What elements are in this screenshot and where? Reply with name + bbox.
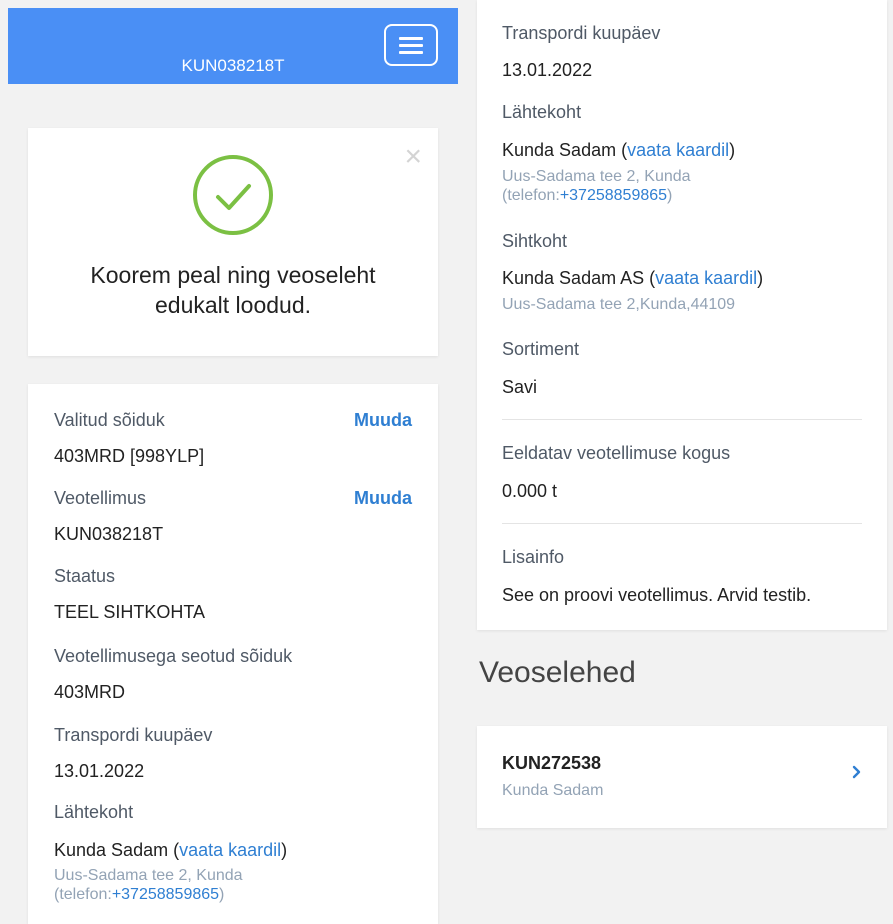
edit-vehicle-button[interactable]: Muuda (354, 410, 412, 431)
vehicle-label: Valitud sõiduk (54, 410, 165, 430)
transport-date-value: 13.01.2022 (502, 60, 593, 80)
assortment-label: Sortiment (502, 339, 580, 359)
origin-phone: (telefon:+37258859865) (502, 187, 673, 204)
origin-phone: (telefon:+37258859865) (54, 886, 225, 903)
origin-name: Kunda Sadam (vaata kaardil) (502, 140, 736, 160)
close-icon[interactable]: × (404, 142, 422, 172)
order-info-card: Transpordi kuupäev 13.01.2022 Lähtekoht … (477, 0, 887, 630)
order-value: KUN038218T (54, 524, 164, 544)
transport-date-label: Transpordi kuupäev (502, 23, 661, 43)
waybill-list-item[interactable]: KUN272538 Kunda Sadam (477, 726, 887, 828)
edit-order-button[interactable]: Muuda (354, 488, 412, 509)
transport-date-label: Transpordi kuupäev (54, 725, 213, 745)
linked-vehicle-value: 403MRD (54, 682, 126, 702)
waybills-section-title: Veoselehed (479, 656, 636, 689)
destination-label: Sihtkoht (502, 231, 568, 251)
origin-label: Lähtekoht (54, 802, 134, 822)
status-label: Staatus (54, 566, 116, 586)
linked-vehicle-label: Veotellimusega seotud sõiduk (54, 646, 293, 666)
origin-map-link[interactable]: vaata kaardil (179, 840, 281, 860)
success-message: Koorem peal ning veoseleht edukalt loodu… (90, 262, 376, 318)
origin-map-link[interactable]: vaata kaardil (627, 140, 729, 160)
destination-address: Uus-Sadama tee 2,Kunda,44109 (502, 296, 736, 313)
status-value: TEEL SIHTKOHTA (54, 602, 206, 622)
chevron-right-icon (852, 765, 861, 779)
right-pane: Transpordi kuupäev 13.01.2022 Lähtekoht … (460, 0, 893, 909)
hamburger-icon (399, 37, 423, 40)
transport-date-value: 13.01.2022 (54, 761, 145, 781)
divider (502, 419, 862, 420)
origin-label: Lähtekoht (502, 102, 582, 122)
menu-button[interactable] (384, 24, 438, 66)
destination-name: Kunda Sadam AS (vaata kaardil) (502, 268, 764, 288)
success-card: × Koorem peal ning veoseleht edukalt loo… (28, 128, 438, 356)
divider (502, 523, 862, 524)
waybill-location: Kunda Sadam (502, 782, 604, 799)
details-card: Valitud sõiduk Muuda 403MRD [998YLP] Veo… (28, 384, 438, 924)
vehicle-value: 403MRD [998YLP] (54, 446, 205, 466)
waybill-id: KUN272538 (502, 753, 602, 773)
expected-quantity-value: 0.000 t (502, 481, 558, 501)
assortment-value: Savi (502, 377, 538, 397)
expected-quantity-label: Eeldatav veotellimuse kogus (502, 443, 731, 463)
extra-info-label: Lisainfo (502, 547, 565, 567)
order-label: Veotellimus (54, 488, 147, 508)
destination-map-link[interactable]: vaata kaardil (655, 268, 757, 288)
origin-phone-link[interactable]: +37258859865 (112, 886, 219, 903)
origin-name: Kunda Sadam (vaata kaardil) (54, 840, 288, 860)
origin-address: Uus-Sadama tee 2, Kunda (502, 168, 691, 185)
extra-info-value: See on proovi veotellimus. Arvid testib. (502, 585, 812, 605)
check-circle-icon (193, 155, 273, 235)
origin-phone-link[interactable]: +37258859865 (560, 187, 667, 204)
top-bar: KUN038218T (8, 8, 458, 84)
origin-address: Uus-Sadama tee 2, Kunda (54, 867, 243, 884)
left-pane: KUN038218T × Koorem peal ning veoseleht … (8, 8, 458, 924)
